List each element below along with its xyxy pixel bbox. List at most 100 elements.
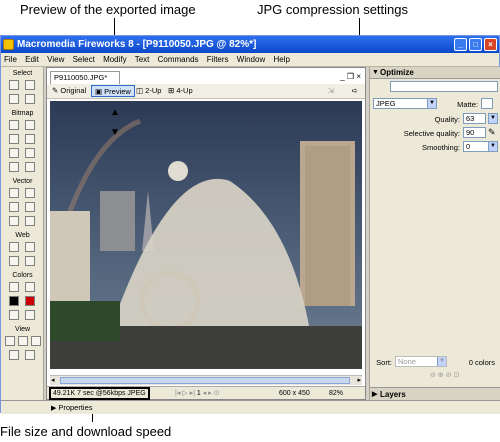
canvas-dimensions: 600 x 450 [279,390,310,397]
menu-select[interactable]: Select [73,55,95,64]
menu-edit[interactable]: Edit [25,55,39,64]
knife-tool-icon[interactable] [25,216,35,226]
menu-modify[interactable]: Modify [103,55,127,64]
title-bar: Macromedia Fireworks 8 - [P9110050.JPG @… [1,36,499,53]
line-tool-icon[interactable] [9,188,19,198]
smoothing-select[interactable]: 0 ▼ [463,141,498,152]
tab-2-up[interactable]: ◫ 2-Up [133,85,164,97]
scroll-left-icon[interactable]: ◂ [51,376,55,384]
properties-title: Properties [58,403,93,412]
hide-slices-icon[interactable] [9,256,19,266]
preset-select[interactable] [390,81,498,92]
rubber-stamp-tool-icon[interactable] [25,162,35,172]
minimize-button[interactable]: _ [454,38,467,51]
horizontal-scrollbar[interactable]: ◂ ▸ [50,375,362,385]
paint-bucket-tool-icon[interactable] [25,282,35,292]
document-view-toolbar: ✎ Original ▣ Preview ◫ 2-Up ⊞ 4-Up ➪ ⇲ [47,84,365,99]
document-window-controls[interactable]: _ ❐ × [340,72,361,81]
selective-quality-input[interactable]: 90 [463,127,486,138]
text-tool-icon[interactable] [25,202,35,212]
palette-buttons[interactable]: ⊖ ⊕ ⊘ ⊡ [430,371,459,379]
photo-las-vegas-chariot [50,101,362,369]
file-size-info: 49.21K 7 sec @56kbps JPEG [49,387,150,400]
arrow-indicator-icon: ▼ [110,127,120,138]
default-colors-icon[interactable] [9,310,19,320]
pencil-tool-icon[interactable] [9,148,19,158]
chevron-down-icon: ▼ [427,99,436,108]
quality-input[interactable]: 63 [463,113,486,124]
menu-file[interactable]: File [4,55,17,64]
magic-wand-tool-icon[interactable] [9,134,19,144]
pointer-tool-icon[interactable] [9,80,19,90]
menu-help[interactable]: Help [273,55,289,64]
blur-tool-icon[interactable] [9,162,19,172]
scroll-right-icon[interactable]: ▸ [357,376,361,384]
document-tab[interactable]: P9110050.JPG* [50,71,120,84]
menu-window[interactable]: Window [237,55,265,64]
stroke-color-icon[interactable] [9,296,19,306]
close-button[interactable]: × [484,38,497,51]
hand-tool-icon[interactable] [9,350,19,360]
scroll-thumb[interactable] [60,377,350,384]
tab-original[interactable]: ✎ Original [49,85,89,97]
menu-view[interactable]: View [47,55,64,64]
full-screen-icon[interactable] [31,336,41,346]
figure-root: Preview of the exported image JPG compre… [0,0,500,442]
chevron-down-icon: ▼ [488,142,497,151]
lasso-tool-icon[interactable] [25,120,35,130]
properties-panel-header[interactable]: ▶ Properties [1,400,500,414]
menu-bar: File Edit View Select Modify Text Comman… [1,53,499,67]
maximize-button[interactable]: □ [469,38,482,51]
optimize-title: Optimize [380,68,414,77]
eyedropper-tool-icon[interactable] [9,282,19,292]
selective-quality-label: Selective quality: [403,129,460,138]
layers-panel-header[interactable]: ▶ Layers [370,387,500,400]
brush-tool-icon[interactable] [25,134,35,144]
chevron-down-icon: ▼ [488,114,497,123]
show-slices-icon[interactable] [25,256,35,266]
menu-filters[interactable]: Filters [207,55,229,64]
zoom-tool-icon[interactable] [25,350,35,360]
matte-label: Matte: [457,100,478,109]
menu-commands[interactable]: Commands [158,55,199,64]
freeform-tool-icon[interactable] [9,216,19,226]
format-select[interactable]: JPEG ▼ [373,98,437,109]
tools-bitmap-label: Bitmap [11,110,34,117]
edit-selective-quality-icon[interactable]: ✎ [488,127,496,138]
zoom-level[interactable]: 82% [329,387,343,400]
matte-swatch[interactable] [481,98,493,109]
swap-colors-icon[interactable] [25,310,35,320]
format-value: JPEG [376,99,396,108]
quality-slider-button[interactable]: ▼ [488,113,498,124]
subselect-tool-icon[interactable] [25,80,35,90]
menu-text[interactable]: Text [135,55,150,64]
callout-preview: Preview of the exported image [20,2,196,17]
fill-color-icon[interactable] [25,296,35,306]
crop-tool-icon[interactable] [25,94,35,104]
smoothing-label: Smoothing: [422,143,460,152]
tools-panel: Select Bitmap Vector Web Colors View [1,67,44,414]
arrow-indicator-icon: ▲ [110,107,120,118]
colors-count: 0 colors [468,358,495,367]
quick-export-icon[interactable]: ➪ [349,85,361,97]
page-setup-icon[interactable]: ⇲ [325,85,337,97]
tab-2-up-label: 2-Up [145,86,162,95]
hotspot-tool-icon[interactable] [9,242,19,252]
eraser-tool-icon[interactable] [25,148,35,158]
full-screen-menu-icon[interactable] [18,336,28,346]
sort-select[interactable]: None ▼ [395,356,447,367]
rectangle-tool-icon[interactable] [9,202,19,212]
window-title: Macromedia Fireworks 8 - [P9110050.JPG @… [17,39,257,50]
frame-number: 1 [196,390,201,397]
scale-tool-icon[interactable] [9,94,19,104]
frame-controls[interactable]: |◂ ▷ ▸| 1 ◂ ▸ ⊙ [175,387,220,400]
optimize-header[interactable]: ▼ Optimize [370,67,500,79]
tab-original-label: Original [60,86,87,95]
tab-preview[interactable]: ▣ Preview [91,85,135,97]
tab-4-up[interactable]: ⊞ 4-Up [165,85,196,97]
standard-screen-icon[interactable] [5,336,15,346]
slice-tool-icon[interactable] [25,242,35,252]
pen-tool-icon[interactable] [25,188,35,198]
marquee-tool-icon[interactable] [9,120,19,130]
layers-title: Layers [380,390,406,399]
